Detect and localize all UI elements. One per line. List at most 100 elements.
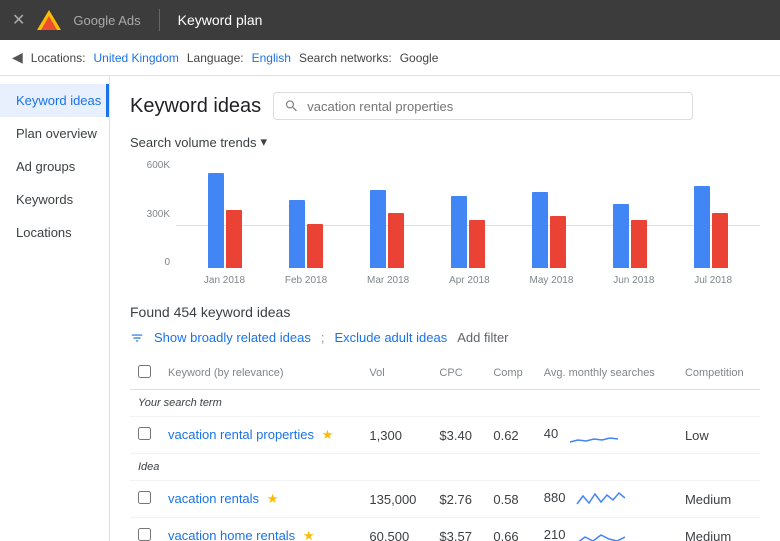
- plan-title: Keyword plan: [178, 12, 263, 28]
- x-label-mar: Mar 2018: [367, 275, 409, 286]
- vol-cell: 60,500: [361, 518, 431, 541]
- network-value: Google: [400, 51, 439, 65]
- chart-toggle-label: Search volume trends: [130, 135, 256, 150]
- sparkline-icon: [568, 424, 618, 446]
- cpc-cell: $3.40: [431, 417, 485, 454]
- bar-group-mar: [370, 190, 404, 268]
- exclude-adult-ideas-link[interactable]: Exclude adult ideas: [334, 330, 447, 345]
- avg-monthly-cell: 40: [536, 417, 677, 454]
- row-checkbox-vacation-rental-properties[interactable]: [138, 427, 151, 440]
- section-label-row-search-term: Your search term: [130, 390, 760, 417]
- keyword-cell: vacation home rentals ★: [160, 518, 361, 541]
- bar-red-apr: [469, 220, 485, 268]
- bar-red-jun: [631, 220, 647, 268]
- sidebar-item-locations[interactable]: Locations: [0, 216, 109, 249]
- keyword-search-box[interactable]: [273, 92, 693, 120]
- bar-blue-mar: [370, 190, 386, 268]
- row-checkbox-vacation-home-rentals[interactable]: [138, 528, 151, 541]
- found-count: Found 454 keyword ideas: [130, 304, 760, 320]
- subbar-back-arrow[interactable]: ◀: [12, 49, 23, 66]
- bar-group-jan: [208, 173, 242, 268]
- row-checkbox-cell: [130, 417, 160, 454]
- subbar: ◀ Locations: United Kingdom Language: En…: [0, 40, 780, 76]
- keyword-name[interactable]: vacation rentals: [168, 491, 259, 506]
- header-keyword: Keyword (by relevance): [160, 357, 361, 390]
- sidebar-item-plan-overview[interactable]: Plan overview: [0, 117, 109, 150]
- bar-red-jul: [712, 213, 728, 268]
- comp-cell: 0.62: [485, 417, 535, 454]
- app-name: Google Ads: [73, 13, 140, 28]
- app-logo: [35, 8, 63, 32]
- avg-monthly-value: 210: [544, 527, 566, 541]
- bar-blue-jul: [694, 186, 710, 268]
- chart-toggle-button[interactable]: Search volume trends ▾: [130, 134, 760, 150]
- language-value[interactable]: English: [252, 51, 291, 65]
- sparkline-icon: [575, 525, 625, 541]
- topbar-divider: [159, 9, 160, 31]
- competition-cell: Medium: [677, 481, 760, 518]
- bar-group-feb: [289, 200, 323, 268]
- topbar: ✕ Google Ads Keyword plan: [0, 0, 780, 40]
- bar-group-jun: [613, 204, 647, 268]
- bars-container: [176, 160, 760, 268]
- sidebar-item-ad-groups[interactable]: Ad groups: [0, 150, 109, 183]
- x-label-jan: Jan 2018: [204, 275, 245, 286]
- network-label: Search networks:: [299, 51, 392, 65]
- language-label: Language:: [187, 51, 244, 65]
- row-checkbox-cell: [130, 518, 160, 541]
- close-icon[interactable]: ✕: [12, 10, 25, 30]
- location-value[interactable]: United Kingdom: [93, 51, 178, 65]
- vol-cell: 1,300: [361, 417, 431, 454]
- avg-monthly-value: 40: [544, 426, 558, 441]
- section-label-your-search-term: Your search term: [130, 390, 760, 417]
- search-input[interactable]: [307, 99, 682, 114]
- section-label-row-idea: Idea: [130, 454, 760, 481]
- sparkline-icon: [575, 488, 625, 510]
- table-row: vacation rentals ★ 135,000 $2.76 0.58 88…: [130, 481, 760, 518]
- x-label-feb: Feb 2018: [285, 275, 327, 286]
- x-axis: Jan 2018 Feb 2018 Mar 2018 Apr 2018 May …: [176, 270, 760, 290]
- keyword-cell: vacation rental properties ★: [160, 417, 361, 454]
- row-checkbox-cell: [130, 481, 160, 518]
- page-title-row: Keyword ideas: [130, 92, 760, 120]
- x-label-jul: Jul 2018: [694, 275, 732, 286]
- star-icon[interactable]: ★: [322, 427, 334, 442]
- chart-section: Search volume trends ▾ 600K 300K 0: [130, 134, 760, 290]
- row-checkbox-vacation-rentals[interactable]: [138, 491, 151, 504]
- select-all-checkbox[interactable]: [138, 365, 151, 378]
- cpc-cell: $2.76: [431, 481, 485, 518]
- keyword-name[interactable]: vacation rental properties: [168, 427, 314, 442]
- sidebar-item-keyword-ideas[interactable]: Keyword ideas: [0, 84, 109, 117]
- header-cpc: CPC: [431, 357, 485, 390]
- sidebar-item-keywords[interactable]: Keywords: [0, 183, 109, 216]
- y-label-0: 0: [164, 257, 170, 268]
- header-competition: Competition: [677, 357, 760, 390]
- x-label-may: May 2018: [529, 275, 573, 286]
- bar-blue-jan: [208, 173, 224, 268]
- star-icon[interactable]: ★: [267, 491, 279, 506]
- add-filter-link[interactable]: Add filter: [457, 330, 508, 345]
- y-axis: 600K 300K 0: [130, 160, 174, 268]
- y-label-600k: 600K: [147, 160, 170, 171]
- header-avg-monthly: Avg. monthly searches: [536, 357, 677, 390]
- bar-blue-may: [532, 192, 548, 268]
- vol-cell: 135,000: [361, 481, 431, 518]
- keyword-name[interactable]: vacation home rentals: [168, 528, 295, 541]
- x-label-apr: Apr 2018: [449, 275, 490, 286]
- keyword-table: Keyword (by relevance) Vol CPC Comp Avg.…: [130, 357, 760, 541]
- bar-group-may: [532, 192, 566, 268]
- comp-cell: 0.58: [485, 481, 535, 518]
- bar-red-mar: [388, 213, 404, 268]
- search-icon: [284, 98, 299, 114]
- avg-monthly-cell: 210: [536, 518, 677, 541]
- filter-icon: [130, 331, 144, 345]
- star-icon[interactable]: ★: [303, 528, 315, 541]
- y-label-300k: 300K: [147, 209, 170, 220]
- table-header-row: Keyword (by relevance) Vol CPC Comp Avg.…: [130, 357, 760, 390]
- google-ads-logo-icon: [35, 8, 63, 32]
- x-label-jun: Jun 2018: [613, 275, 654, 286]
- page-title: Keyword ideas: [130, 95, 261, 118]
- bar-red-jan: [226, 210, 242, 268]
- header-comp: Comp: [485, 357, 535, 390]
- show-broadly-related-link[interactable]: Show broadly related ideas: [154, 330, 311, 345]
